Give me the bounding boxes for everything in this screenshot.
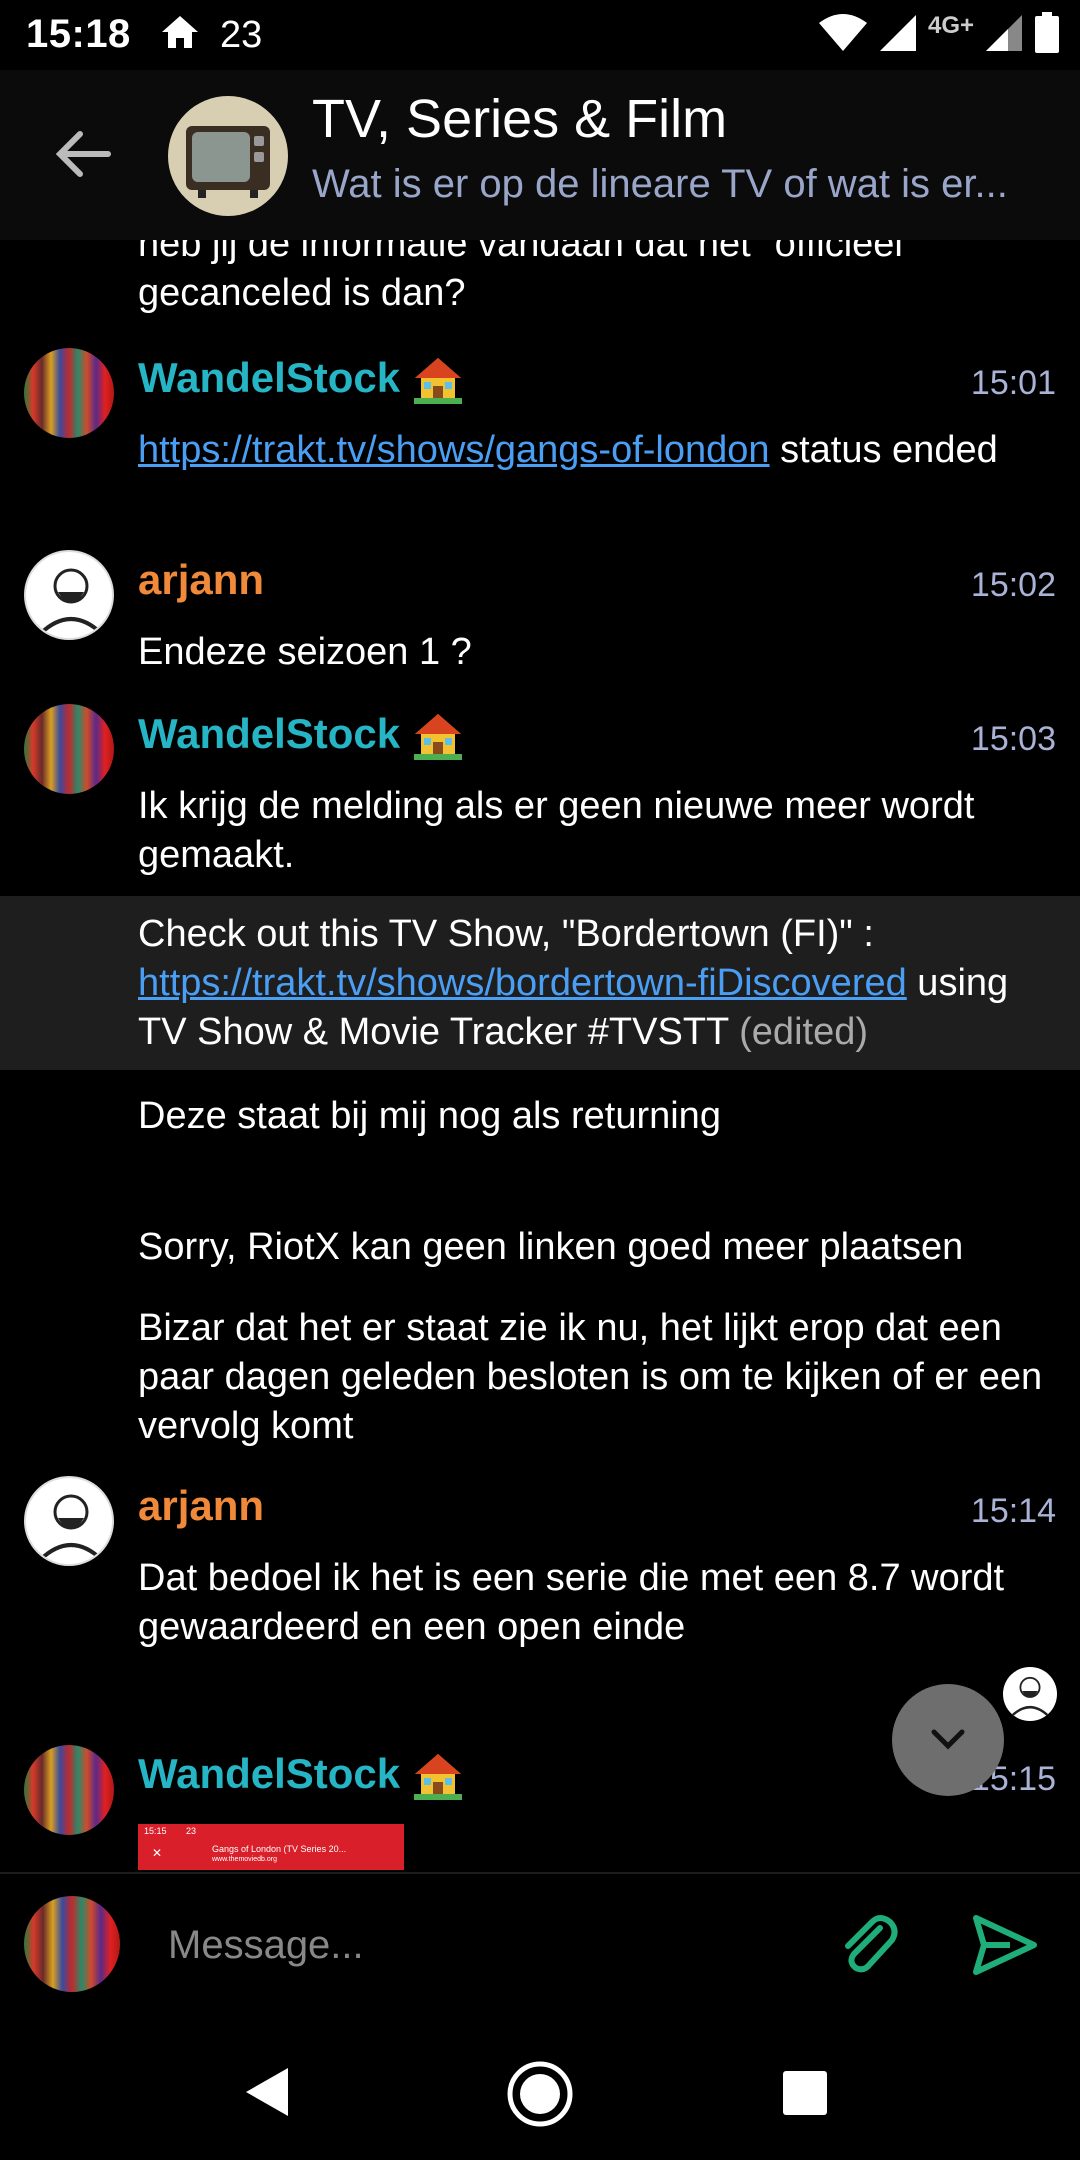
message-timestamp: 15:14 [970,1492,1056,1530]
message-timestamp: 15:01 [970,364,1056,402]
sender-name[interactable]: arjann [138,556,264,604]
status-time: 15:18 [26,12,131,56]
room-topic[interactable]: Wat is er op de lineare TV of wat is er.… [312,162,1032,207]
message-composer: Message... [0,1872,1080,2016]
battery-icon [1034,11,1060,59]
nav-back-icon[interactable] [244,2066,290,2123]
system-navigation-bar [0,2016,1080,2160]
status-icons: 4G+ [818,10,1060,60]
nav-home-icon[interactable] [506,2060,574,2133]
chevron-down-icon [928,1724,968,1759]
room-avatar[interactable] [168,96,288,216]
sender-name[interactable]: WandelStock [138,1750,400,1798]
house-emoji-icon [412,354,464,411]
message-body: Endeze seizoen 1 ? [138,631,472,673]
message-timestamp: 15:02 [970,566,1056,604]
close-icon: ✕ [152,1846,163,1860]
home-icon [160,14,200,55]
wifi-icon [818,13,868,58]
room-header: TV, Series & Film Wat is er op de linear… [0,70,1080,240]
avatar[interactable] [24,1476,114,1566]
message-body: Dat bedoel ik het is een serie die met e… [138,1557,1005,1648]
read-receipt-avatar[interactable] [1003,1667,1057,1721]
house-emoji-icon [412,710,464,767]
avatar[interactable] [24,1745,114,1835]
sender-name[interactable]: WandelStock [138,710,400,758]
back-arrow-icon[interactable] [50,120,118,193]
room-title[interactable]: TV, Series & Film [312,88,727,150]
message-body: Ik krijg de melding als er geen nieuwe m… [138,785,975,876]
network-type: 4G+ [927,12,974,39]
status-temperature: 23 [220,14,263,56]
message-body: Sorry, RiotX kan geen linken goed meer p… [138,1226,964,1268]
message-body: Deze staat bij mij nog als returning [138,1095,721,1137]
signal-icon-2 [984,13,1024,58]
nav-recents-icon[interactable] [782,2070,828,2121]
avatar[interactable] [24,348,114,438]
message-timeline[interactable]: heb jij de informatie vandaan dat het "o… [0,240,1080,1870]
image-thumbnail[interactable]: 15:15 23 ✕ Gangs of London (TV Series 20… [138,1824,404,1870]
message-timestamp: 15:03 [970,720,1056,758]
avatar[interactable] [24,704,114,794]
message-input[interactable]: Message... [168,1910,788,1980]
house-emoji-icon [412,1750,464,1807]
send-icon[interactable] [970,1910,1040,1985]
sender-name[interactable]: arjann [138,1482,264,1530]
signal-icon [878,13,918,58]
paperclip-icon[interactable] [832,1910,902,1985]
message-body: https://trakt.tv/shows/gangs-of-london s… [138,429,998,471]
message-link[interactable]: https://trakt.tv/shows/bordertown-fiDisc… [138,962,907,1004]
sender-name[interactable]: WandelStock [138,354,400,402]
own-avatar[interactable] [24,1896,120,1992]
message-body: heb jij de informatie vandaan dat het "o… [138,240,917,314]
message-body: Check out this TV Show, "Bordertown (FI)… [138,913,1009,1053]
message-link[interactable]: https://trakt.tv/shows/gangs-of-london [138,429,770,471]
edited-label: (edited) [739,1011,868,1053]
message-body: Bizar dat het er staat zie ik nu, het li… [138,1307,1043,1447]
avatar[interactable] [24,550,114,640]
scroll-to-bottom-button[interactable] [892,1684,1004,1796]
status-bar: 15:18 23 4G+ [0,0,1080,70]
